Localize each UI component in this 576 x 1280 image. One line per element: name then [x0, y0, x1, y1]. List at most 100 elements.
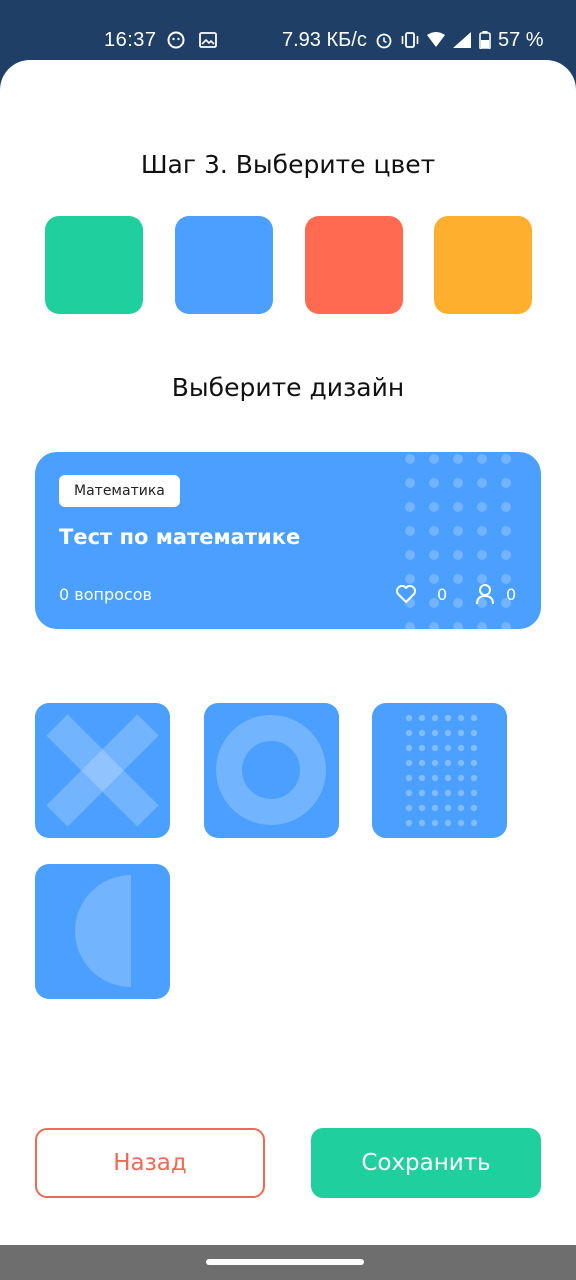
create-test-sheet: Шаг 3. Выберите цвет Выберите дизайн Мат…: [0, 60, 576, 1245]
network-speed: 7.93 КБ/с: [282, 29, 367, 51]
likes-count: 0: [437, 585, 448, 604]
decor-dot: [453, 526, 463, 536]
signal-icon: [453, 32, 471, 48]
decor-dot: [418, 729, 426, 737]
navigation-bar: [0, 1245, 576, 1280]
decor-dot: [470, 729, 478, 737]
decor-dot: [405, 574, 415, 584]
decor-dot: [457, 789, 465, 797]
decor-dot: [405, 454, 415, 464]
user-icon: [476, 584, 494, 605]
battery-percent: 57 %: [498, 29, 544, 51]
decor-dot: [477, 550, 487, 560]
decor-dot: [453, 598, 463, 608]
color-swatch-green[interactable]: [45, 216, 143, 314]
decor-dot: [501, 502, 511, 512]
decor-dot: [418, 819, 426, 827]
design-title: Выберите дизайн: [171, 373, 405, 402]
decor-dot: [431, 744, 439, 752]
decor-dot: [457, 744, 465, 752]
decor-dot: [405, 729, 413, 737]
home-gesture-handle[interactable]: [206, 1259, 364, 1265]
decor-dot: [431, 774, 439, 782]
heart-icon: [396, 585, 416, 603]
decor-dot: [457, 819, 465, 827]
decor-dot: [444, 819, 452, 827]
decor-dot: [405, 774, 413, 782]
design-option-circle[interactable]: [204, 703, 339, 838]
design-option-half-circle[interactable]: [35, 864, 170, 999]
decor-dot: [405, 526, 415, 536]
decor-dot: [405, 550, 415, 560]
decor-dot: [477, 478, 487, 488]
decor-dot: [501, 526, 511, 536]
decor-dot: [501, 574, 511, 584]
decor-dot: [431, 759, 439, 767]
decor-dot: [405, 478, 415, 488]
decor-dot: [470, 714, 478, 722]
decor-dot: [418, 789, 426, 797]
wifi-icon: [427, 32, 445, 47]
decor-dot: [477, 526, 487, 536]
decor-dot: [418, 759, 426, 767]
decor-dot: [444, 759, 452, 767]
decor-dot: [429, 574, 439, 584]
color-swatch-orange[interactable]: [434, 216, 532, 314]
design-option-cross[interactable]: [35, 703, 170, 838]
back-button[interactable]: Назад: [35, 1128, 265, 1198]
design-option-dots[interactable]: [372, 703, 507, 838]
half-circle-pattern-icon: [75, 875, 131, 987]
step-title: Шаг 3. Выберите цвет: [140, 150, 436, 179]
decor-dot: [418, 744, 426, 752]
circle-pattern-icon: [216, 715, 326, 825]
decor-dot: [431, 714, 439, 722]
decor-dot: [453, 502, 463, 512]
decor-dot: [470, 744, 478, 752]
decor-dot: [457, 729, 465, 737]
alarm-icon: [376, 33, 392, 49]
decor-dot: [429, 550, 439, 560]
decor-dot: [429, 622, 439, 629]
status-bar: 16:37 7.93 КБ/с 57 %: [0, 0, 576, 60]
users-count: 0: [506, 585, 517, 604]
decor-dot: [457, 714, 465, 722]
save-button[interactable]: Сохранить: [311, 1128, 541, 1198]
decor-dot: [418, 804, 426, 812]
decor-dot: [405, 714, 413, 722]
decor-dot: [453, 574, 463, 584]
color-swatch-red[interactable]: [305, 216, 403, 314]
decor-dot: [453, 454, 463, 464]
decor-dot: [418, 774, 426, 782]
color-swatch-blue[interactable]: [175, 216, 273, 314]
decor-dot: [405, 759, 413, 767]
decor-dot: [431, 789, 439, 797]
decor-dot: [418, 714, 426, 722]
decor-dot: [405, 622, 415, 629]
decor-dot: [470, 819, 478, 827]
dots-pattern-icon: [405, 714, 478, 827]
decor-dot: [457, 774, 465, 782]
decor-dot: [470, 774, 478, 782]
subject-tag: Математика: [59, 475, 180, 507]
decor-dot: [444, 714, 452, 722]
decor-dot: [501, 454, 511, 464]
face-notification-icon: [167, 31, 185, 49]
decor-dot: [405, 502, 415, 512]
battery-icon: [479, 31, 491, 49]
decor-dot: [453, 622, 463, 629]
status-time: 16:37: [104, 29, 157, 51]
test-title: Тест по математике: [59, 525, 301, 549]
decor-dot: [444, 744, 452, 752]
decor-dot: [429, 454, 439, 464]
decor-dot: [501, 550, 511, 560]
decor-dot: [444, 774, 452, 782]
decor-dot: [429, 478, 439, 488]
vibrate-icon: [401, 32, 419, 48]
decor-dot: [429, 502, 439, 512]
decor-dot: [470, 789, 478, 797]
decor-dot: [453, 550, 463, 560]
decor-dot: [457, 759, 465, 767]
decor-dot: [501, 622, 511, 629]
decor-dot: [477, 502, 487, 512]
image-notification-icon: [199, 32, 217, 48]
